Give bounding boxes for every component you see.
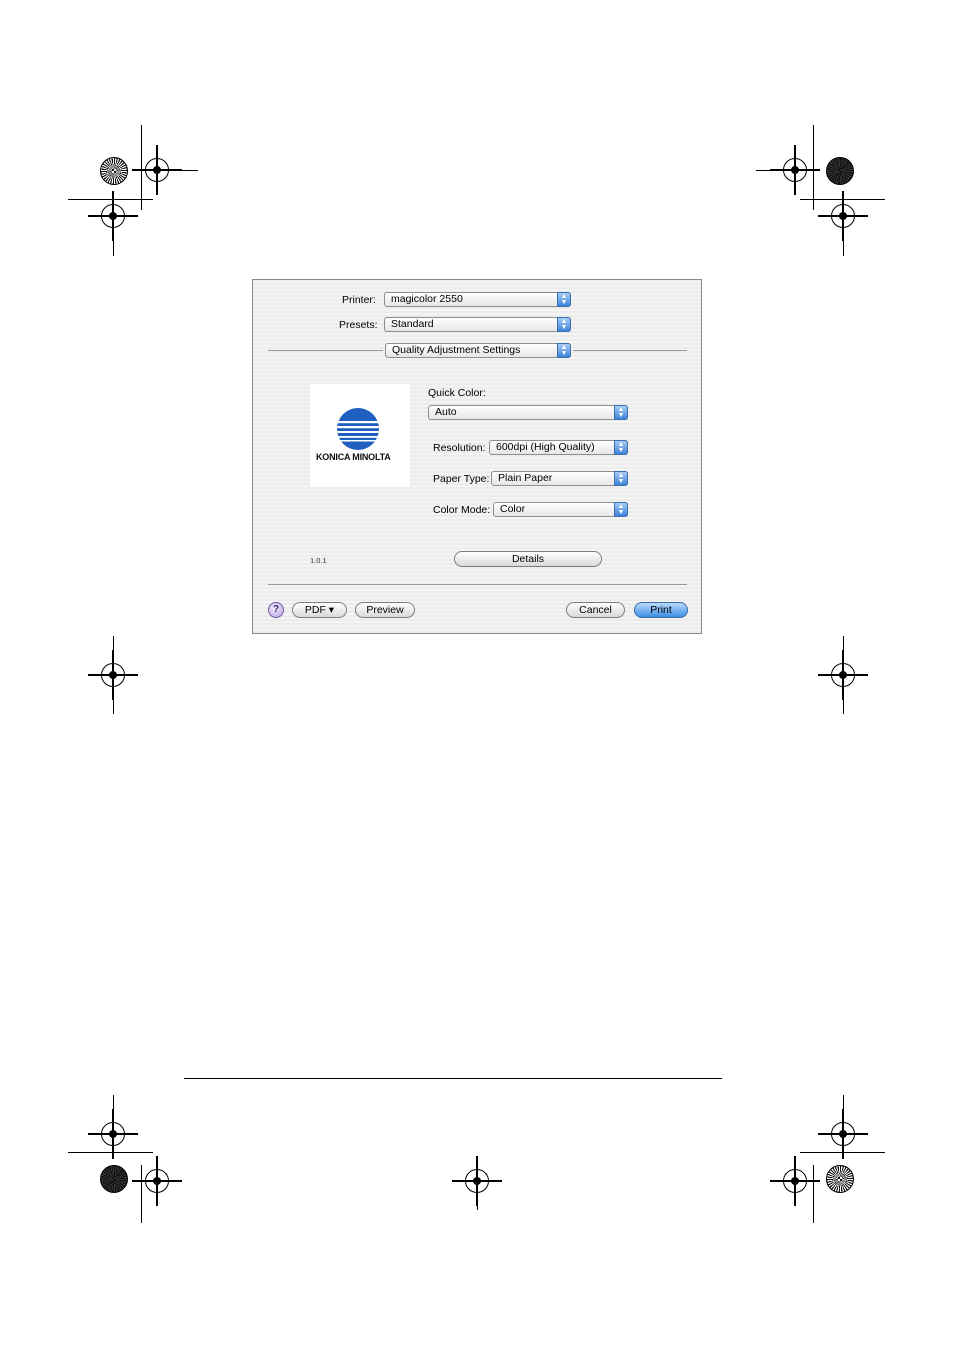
konica-minolta-globe-icon [337, 408, 379, 450]
presets-popup[interactable]: Standard ▲ ▼ [384, 317, 571, 332]
crop-line [756, 170, 794, 171]
version-label: 1.0.1 [310, 556, 327, 565]
registration-mark [452, 1156, 502, 1206]
color-mode-value: Color [500, 503, 526, 515]
popup-arrows-icon: ▲ ▼ [557, 292, 571, 307]
registration-mark [818, 191, 868, 241]
printer-value: magicolor 2550 [391, 293, 463, 305]
presets-label: Presets: [339, 319, 378, 331]
popup-arrows-icon: ▲ ▼ [557, 317, 571, 332]
registration-mark [770, 1156, 820, 1206]
crop-line [141, 1165, 142, 1223]
separator-right [573, 350, 687, 351]
crop-line [477, 1195, 478, 1210]
crop-line [800, 1152, 885, 1153]
crop-line [813, 125, 814, 210]
crop-line [813, 1165, 814, 1223]
details-button[interactable]: Details [454, 551, 602, 567]
popup-arrows-icon: ▲ ▼ [614, 405, 628, 420]
quick-color-label: Quick Color: [428, 387, 486, 399]
color-mode-popup[interactable]: Color ▲ ▼ [493, 502, 628, 517]
color-mode-label: Color Mode: [433, 504, 491, 516]
print-button[interactable]: Print [634, 602, 688, 618]
resolution-popup[interactable]: 600dpi (High Quality) ▲ ▼ [489, 440, 628, 455]
crop-line [843, 228, 844, 256]
crop-line [113, 228, 114, 256]
help-button[interactable]: ? [268, 602, 284, 618]
resolution-value: 600dpi (High Quality) [496, 441, 595, 453]
panel-popup[interactable]: Quality Adjustment Settings ▲ ▼ [385, 343, 571, 358]
registration-star-top-right [826, 157, 854, 185]
paper-type-value: Plain Paper [498, 472, 553, 484]
crop-line [843, 636, 844, 714]
registration-mark [88, 191, 138, 241]
cancel-button[interactable]: Cancel [566, 602, 625, 618]
logo-text: KONICA MINOLTA [316, 452, 391, 462]
popup-arrows-icon: ▲ ▼ [557, 343, 571, 358]
konica-minolta-logo: KONICA MINOLTA [310, 384, 410, 487]
popup-arrows-icon: ▲ ▼ [614, 440, 628, 455]
printer-popup[interactable]: magicolor 2550 ▲ ▼ [384, 292, 571, 307]
printer-label: Printer: [342, 294, 376, 306]
bottom-separator [268, 584, 687, 585]
crop-line [113, 636, 114, 714]
registration-mark [818, 1109, 868, 1159]
pdf-button[interactable]: PDF ▾ [292, 602, 347, 618]
quick-color-popup[interactable]: Auto ▲ ▼ [428, 405, 628, 420]
registration-mark [88, 1109, 138, 1159]
presets-value: Standard [391, 318, 434, 330]
crop-line [68, 1152, 153, 1153]
preview-button[interactable]: Preview [355, 602, 415, 618]
paper-type-popup[interactable]: Plain Paper ▲ ▼ [491, 471, 628, 486]
registration-star-bottom-right [826, 1165, 854, 1193]
registration-mark [132, 1156, 182, 1206]
quick-color-value: Auto [435, 406, 457, 418]
resolution-label: Resolution: [433, 442, 486, 454]
print-dialog: Printer: magicolor 2550 ▲ ▼ Presets: Stan… [252, 279, 702, 634]
panel-value: Quality Adjustment Settings [392, 344, 521, 356]
registration-star-top-left [100, 157, 128, 185]
popup-arrows-icon: ▲ ▼ [614, 471, 628, 486]
crop-line [160, 170, 198, 171]
paper-type-label: Paper Type: [433, 473, 490, 485]
footer-rule [184, 1078, 722, 1079]
crop-line [68, 199, 153, 200]
registration-star-bottom-left [100, 1165, 128, 1193]
separator-left [268, 350, 383, 351]
crop-line [113, 1095, 114, 1123]
crop-line [843, 1095, 844, 1123]
popup-arrows-icon: ▲ ▼ [614, 502, 628, 517]
crop-line [141, 125, 142, 210]
